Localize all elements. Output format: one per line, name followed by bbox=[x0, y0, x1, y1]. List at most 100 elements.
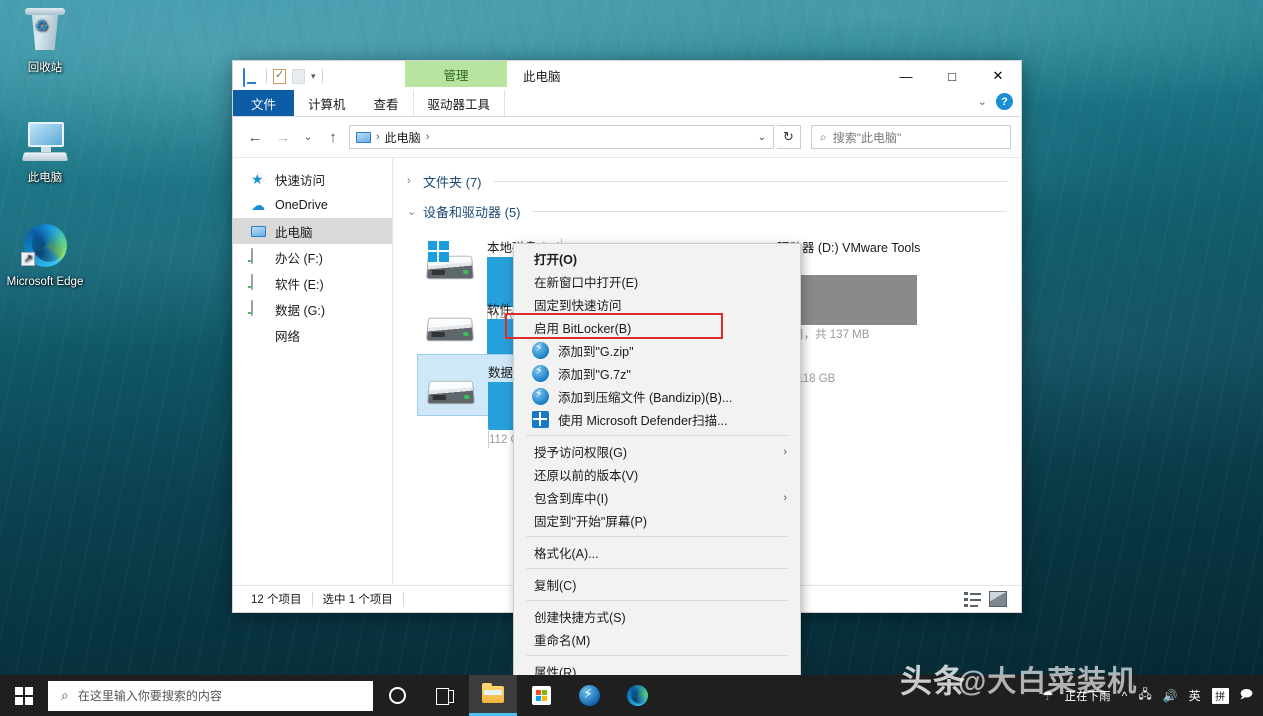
menu-item-add-to-gzip[interactable]: 添加到"G.zip" bbox=[514, 339, 800, 362]
divider bbox=[493, 180, 1007, 182]
window-caption-buttons: — □ ✕ bbox=[883, 61, 1021, 91]
details-view-icon[interactable] bbox=[964, 591, 982, 607]
menu-item-add-to-archive-bandizip[interactable]: 添加到压缩文件 (Bandizip)(B)... bbox=[514, 385, 800, 408]
menu-item-include-in-library[interactable]: 包含到库中(I) › bbox=[514, 486, 800, 509]
divider bbox=[402, 591, 404, 607]
task-view-button[interactable] bbox=[421, 675, 469, 716]
group-header-folders[interactable]: › 文件夹 (7) bbox=[393, 168, 1021, 194]
sidebar-item-drive-g[interactable]: 数据 (G:) bbox=[233, 296, 392, 322]
recent-locations-button[interactable]: ⌄ bbox=[299, 125, 317, 149]
menu-item-restore-previous-versions[interactable]: 还原以前的版本(V) bbox=[514, 463, 800, 486]
menu-item-grant-access[interactable]: 授予访问权限(G) › bbox=[514, 440, 800, 463]
sidebar-item-label: 办公 (F:) bbox=[275, 251, 323, 266]
star-icon: ★ bbox=[251, 171, 264, 187]
bandizip-icon bbox=[532, 364, 549, 382]
ribbon-controls: ⌄ ? bbox=[978, 93, 1013, 110]
search-box[interactable]: ⌕ 搜索"此电脑" bbox=[811, 125, 1011, 149]
tab-view[interactable]: 查看 bbox=[360, 90, 413, 116]
sidebar-item-network[interactable]: 网络 bbox=[233, 322, 392, 348]
windows-logo-icon bbox=[15, 686, 33, 705]
chevron-up-icon[interactable]: ^ bbox=[1122, 689, 1128, 703]
chevron-right-icon[interactable]: › bbox=[407, 175, 417, 187]
notification-icon[interactable]: 🗩 bbox=[1240, 685, 1253, 706]
divider bbox=[321, 69, 323, 83]
maximize-button[interactable]: □ bbox=[929, 61, 975, 91]
umbrella-rain-icon[interactable]: ☂ bbox=[1042, 688, 1054, 704]
desktop-icon-microsoft-edge[interactable]: ↗ Microsoft Edge bbox=[6, 222, 84, 289]
menu-item-open[interactable]: 打开(O) bbox=[514, 247, 800, 270]
chevron-down-icon[interactable]: ⌄ bbox=[758, 132, 769, 143]
help-icon[interactable]: ? bbox=[996, 93, 1013, 110]
system-tray: ☂ 正在下雨 ^ 🖧 🔊 英 拼 🗩 bbox=[1042, 685, 1263, 706]
weather-label[interactable]: 正在下雨 bbox=[1065, 688, 1111, 704]
menu-item-label: 授予访问权限(G) bbox=[534, 446, 628, 460]
menu-item-rename[interactable]: 重命名(M) bbox=[514, 628, 800, 651]
drive-icon bbox=[251, 274, 267, 291]
recycle-bin-icon: ♻ bbox=[21, 8, 69, 56]
ime-language-label[interactable]: 英 bbox=[1189, 687, 1201, 704]
properties-icon[interactable] bbox=[273, 68, 286, 84]
cortana-button[interactable] bbox=[373, 675, 421, 716]
desktop-icon-label: Microsoft Edge bbox=[6, 276, 84, 288]
taskbar-bandizip[interactable] bbox=[565, 675, 613, 716]
sidebar-item-onedrive[interactable]: ☁ OneDrive bbox=[233, 192, 392, 218]
menu-separator bbox=[526, 600, 788, 601]
sidebar-item-quick-access[interactable]: ★ 快速访问 bbox=[233, 166, 392, 192]
large-icons-view-icon[interactable] bbox=[989, 591, 1007, 607]
menu-item-add-to-g7z[interactable]: 添加到"G.7z" bbox=[514, 362, 800, 385]
taskbar: ⌕ 在这里输入你要搜索的内容 ☂ 正在下雨 ^ 🖧 🔊 英 拼 🗩 bbox=[0, 675, 1263, 716]
tab-drive-tools[interactable]: 驱动器工具 bbox=[412, 90, 506, 116]
taskbar-file-explorer[interactable] bbox=[469, 675, 517, 716]
menu-item-label: 使用 Microsoft Defender扫描... bbox=[558, 414, 728, 428]
chevron-down-icon[interactable]: ▾ bbox=[311, 71, 316, 82]
menu-separator bbox=[526, 655, 788, 656]
menu-item-pin-quick-access[interactable]: 固定到快速访问 bbox=[514, 293, 800, 316]
forward-button[interactable]: → bbox=[271, 125, 295, 149]
menu-item-enable-bitlocker[interactable]: 启用 BitLocker(B) bbox=[514, 316, 800, 339]
volume-icon[interactable]: 🔊 bbox=[1163, 689, 1178, 703]
chevron-down-icon[interactable]: ⌄ bbox=[407, 205, 417, 218]
menu-separator bbox=[526, 435, 788, 436]
chevron-down-icon[interactable]: ⌄ bbox=[978, 95, 987, 108]
sidebar-item-label: 快速访问 bbox=[275, 173, 326, 188]
taskbar-microsoft-edge[interactable] bbox=[613, 675, 661, 716]
tab-computer[interactable]: 计算机 bbox=[294, 90, 360, 116]
item-count: 12 个项目 bbox=[251, 594, 302, 606]
taskbar-search-placeholder: 在这里输入你要搜索的内容 bbox=[77, 689, 222, 703]
divider bbox=[532, 210, 1007, 212]
menu-item-format[interactable]: 格式化(A)... bbox=[514, 541, 800, 564]
tab-file[interactable]: 文件 bbox=[233, 90, 295, 116]
menu-item-pin-to-start[interactable]: 固定到"开始"屏幕(P) bbox=[514, 509, 800, 532]
minimize-button[interactable]: — bbox=[883, 61, 929, 91]
close-button[interactable]: ✕ bbox=[975, 61, 1021, 91]
start-button[interactable] bbox=[0, 675, 48, 716]
network-icon[interactable]: 🖧 bbox=[1138, 685, 1151, 706]
microsoft-edge-icon: ↗ bbox=[21, 222, 69, 270]
menu-item-create-shortcut[interactable]: 创建快捷方式(S) bbox=[514, 605, 800, 628]
desktop-icon-recycle-bin[interactable]: ♻ 回收站 bbox=[6, 8, 84, 75]
menu-separator bbox=[526, 536, 788, 537]
sidebar-item-this-pc[interactable]: 此电脑 bbox=[233, 218, 392, 244]
sidebar-item-drive-e[interactable]: 软件 (E:) bbox=[233, 270, 392, 296]
menu-item-scan-with-defender[interactable]: 使用 Microsoft Defender扫描... bbox=[514, 408, 800, 431]
ime-mode-label[interactable]: 拼 bbox=[1211, 687, 1229, 704]
taskbar-microsoft-store[interactable] bbox=[517, 675, 565, 716]
group-header-devices-and-drives[interactable]: ⌄ 设备和驱动器 (5) bbox=[393, 198, 1021, 224]
breadcrumb-this-pc[interactable]: 此电脑 bbox=[385, 129, 421, 146]
contextual-tab-group-manage: 管理 bbox=[405, 61, 507, 87]
new-folder-icon[interactable] bbox=[292, 68, 305, 84]
refresh-button[interactable]: ↻ bbox=[777, 125, 801, 149]
this-pc-icon bbox=[21, 118, 69, 166]
menu-item-open-new-window[interactable]: 在新窗口中打开(E) bbox=[514, 270, 800, 293]
this-pc-icon[interactable] bbox=[243, 67, 260, 87]
drive-icon bbox=[251, 248, 267, 265]
network-icon bbox=[251, 327, 267, 343]
desktop-icon-this-pc[interactable]: 此电脑 bbox=[6, 118, 84, 185]
address-bar[interactable]: › 此电脑 › ⌄ bbox=[349, 125, 774, 149]
menu-item-copy[interactable]: 复制(C) bbox=[514, 573, 800, 596]
taskbar-search-box[interactable]: ⌕ 在这里输入你要搜索的内容 bbox=[48, 680, 373, 711]
sidebar-item-drive-f[interactable]: 办公 (F:) bbox=[233, 244, 392, 270]
navigation-pane: ★ 快速访问 ☁ OneDrive 此电脑 办公 (F:) 软件 (E:) 数据… bbox=[233, 158, 393, 585]
back-button[interactable]: ← bbox=[243, 125, 267, 149]
up-button[interactable]: ↑ bbox=[321, 125, 345, 149]
